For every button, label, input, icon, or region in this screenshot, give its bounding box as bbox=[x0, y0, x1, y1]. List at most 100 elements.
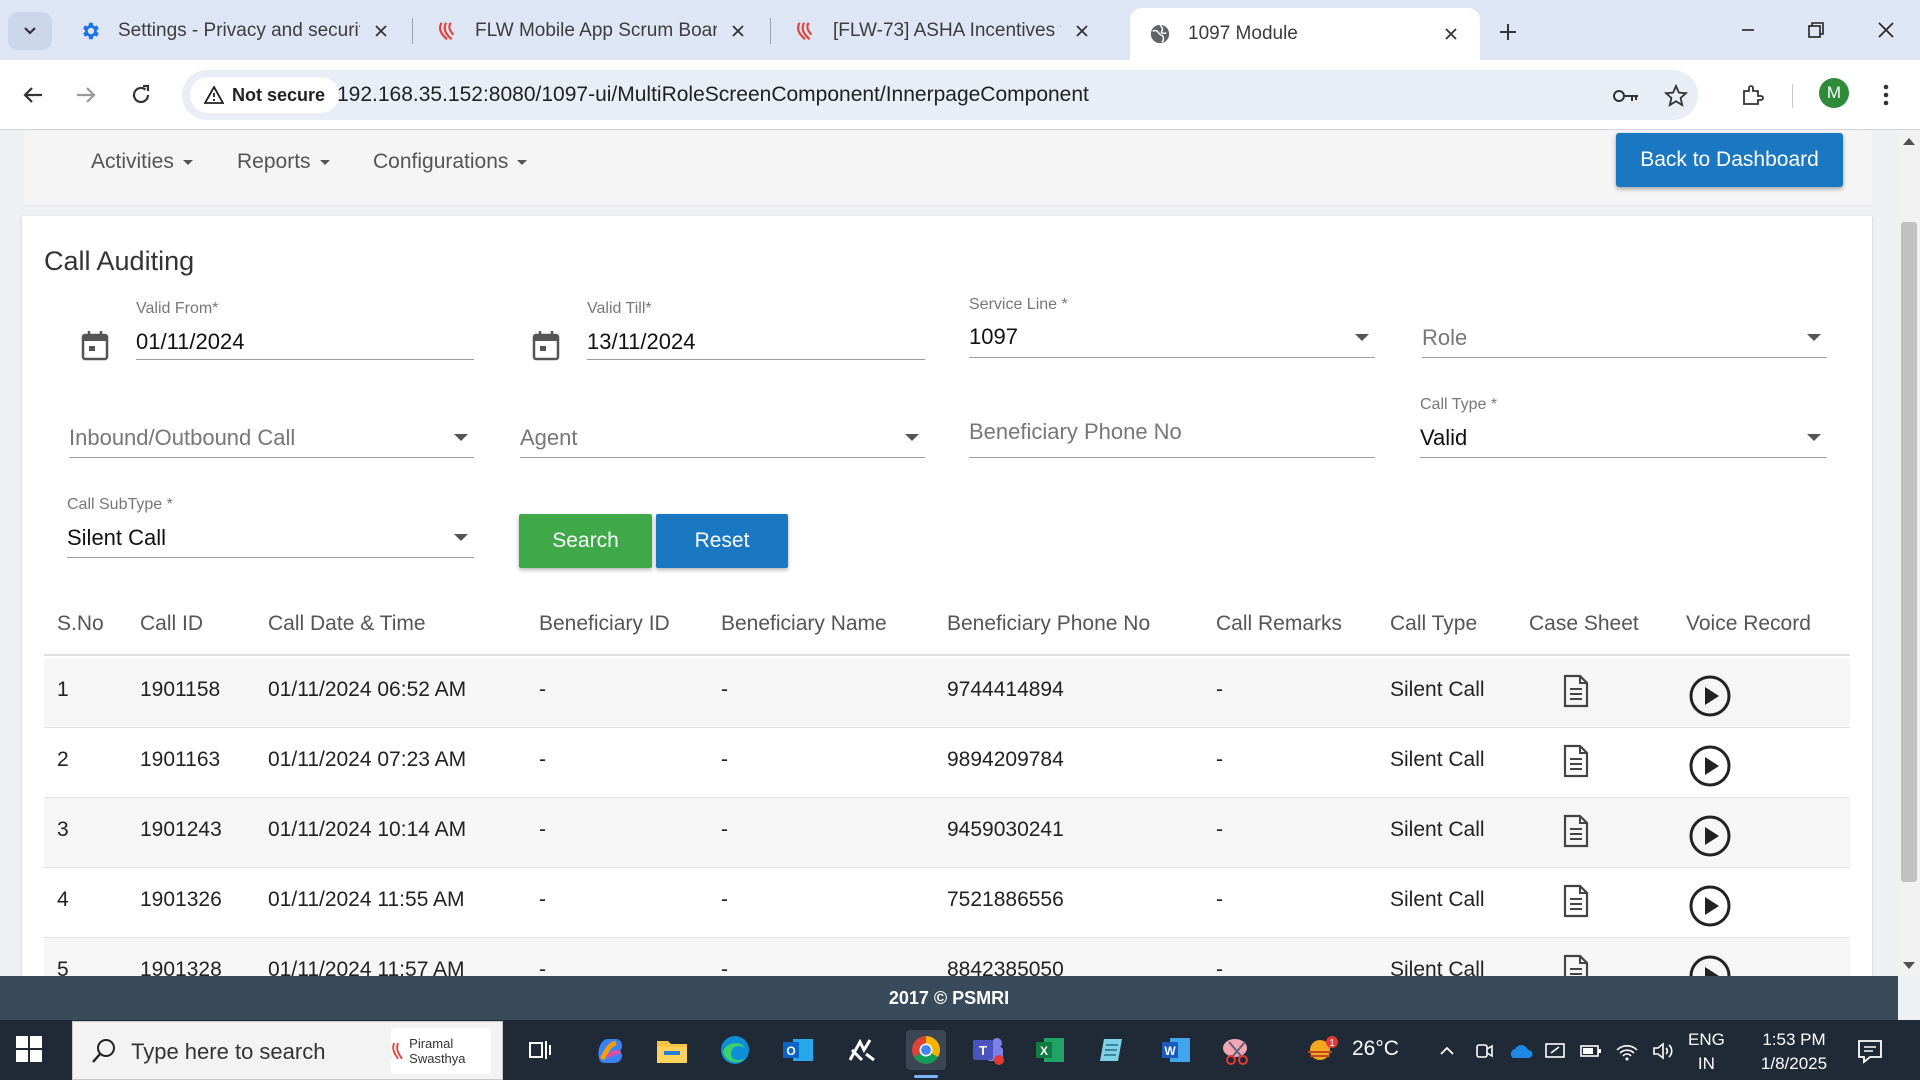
taskbar-search-box[interactable]: Type here to search Piramal Swasthya bbox=[72, 1021, 503, 1080]
agent-select[interactable]: Agent bbox=[520, 396, 925, 458]
calendar-icon[interactable] bbox=[531, 330, 561, 362]
table-row: 2 1901163 01/11/2024 07:23 AM - - 9894209784 -… bbox=[44, 728, 1850, 798]
agent-placeholder: Agent bbox=[520, 425, 578, 450]
language-indicator[interactable]: ENG IN bbox=[1688, 1028, 1725, 1076]
battery-tray-icon[interactable] bbox=[1578, 1040, 1604, 1062]
dropdown-arrow-icon bbox=[1355, 334, 1369, 341]
minimize-button[interactable] bbox=[1726, 10, 1770, 50]
valid-from-field[interactable]: Valid From* 01/11/2024 bbox=[136, 300, 474, 360]
meet-now-tray-icon[interactable] bbox=[1472, 1040, 1496, 1062]
valid-till-field[interactable]: Valid Till* 13/11/2024 bbox=[587, 300, 925, 360]
weather-widget[interactable]: 1 26°C bbox=[1306, 1034, 1399, 1064]
table-cell-call-type: Silent Call bbox=[1390, 678, 1485, 701]
back-to-dashboard-button[interactable]: Back to Dashboard bbox=[1616, 133, 1843, 187]
case-sheet-icon[interactable] bbox=[1562, 884, 1590, 918]
menu-configurations[interactable]: Configurations bbox=[373, 150, 528, 174]
taskbar-clock[interactable]: 1:53 PM 1/8/2025 bbox=[1748, 1028, 1840, 1076]
copilot-app[interactable] bbox=[590, 1030, 630, 1070]
table-cell-sno: 1 bbox=[57, 678, 69, 701]
table-cell-call-id: 1901328 bbox=[140, 958, 222, 976]
display-tray-icon[interactable] bbox=[1542, 1040, 1568, 1062]
edge-app[interactable] bbox=[715, 1030, 755, 1070]
tab-1097-module[interactable]: 1097 Module bbox=[1130, 8, 1480, 60]
close-icon[interactable] bbox=[370, 20, 392, 42]
table-cell-phone: 8842385050 bbox=[947, 958, 1064, 976]
excel-app[interactable]: X bbox=[1030, 1030, 1070, 1070]
page-scrollbar[interactable] bbox=[1898, 130, 1920, 976]
scroll-down-arrow-icon[interactable] bbox=[1903, 962, 1915, 969]
password-key-icon[interactable] bbox=[1612, 82, 1640, 110]
notification-center-button[interactable] bbox=[1856, 1038, 1884, 1069]
menu-activities[interactable]: Activities bbox=[91, 150, 193, 174]
new-tab-button[interactable] bbox=[1490, 14, 1526, 50]
file-explorer-app[interactable] bbox=[652, 1030, 692, 1070]
close-icon[interactable] bbox=[727, 20, 749, 42]
table-row: 4 1901326 01/11/2024 11:55 AM - - 7521886556 -… bbox=[44, 868, 1850, 938]
chrome-app[interactable] bbox=[906, 1030, 946, 1078]
address-bar[interactable]: Not secure 192.168.35.152:8080/1097-ui/M… bbox=[182, 70, 1698, 120]
teams-app[interactable]: T bbox=[968, 1030, 1008, 1070]
snipping-arrows-icon bbox=[848, 1038, 875, 1062]
word-app[interactable]: W bbox=[1156, 1030, 1196, 1070]
table-cell-datetime: 01/11/2024 10:14 AM bbox=[268, 818, 467, 841]
reload-button[interactable] bbox=[123, 77, 159, 113]
call-subtype-select[interactable]: Call SubType * Silent Call bbox=[67, 496, 474, 558]
piramal-logo-icon bbox=[392, 1042, 403, 1060]
browser-menu-button[interactable] bbox=[1868, 77, 1904, 113]
close-icon[interactable] bbox=[1071, 20, 1093, 42]
back-button[interactable] bbox=[15, 77, 51, 113]
extensions-button[interactable] bbox=[1734, 77, 1770, 113]
call-type-select[interactable]: Call Type * Valid bbox=[1420, 396, 1827, 458]
case-sheet-icon[interactable] bbox=[1562, 814, 1590, 848]
case-sheet-icon[interactable] bbox=[1562, 674, 1590, 708]
app-arrows[interactable] bbox=[842, 1030, 882, 1070]
profile-avatar[interactable]: M bbox=[1819, 78, 1849, 108]
reset-button[interactable]: Reset bbox=[656, 514, 788, 568]
play-icon[interactable] bbox=[1688, 744, 1732, 788]
field-underline bbox=[67, 557, 474, 558]
wifi-tray-icon[interactable] bbox=[1614, 1040, 1640, 1062]
case-sheet-icon[interactable] bbox=[1562, 954, 1590, 976]
tab-flw-scrum-board[interactable]: FLW Mobile App Scrum Board - bbox=[417, 8, 767, 54]
scrollbar-thumb[interactable] bbox=[1901, 222, 1917, 882]
beneficiary-phone-input[interactable]: Beneficiary Phone No bbox=[969, 396, 1375, 458]
notepad-app[interactable] bbox=[1093, 1030, 1133, 1070]
close-icon[interactable] bbox=[1440, 23, 1462, 45]
tab-flw-73[interactable]: [FLW-73] ASHA Incentives for C bbox=[775, 8, 1111, 54]
menu-reports[interactable]: Reports bbox=[237, 150, 330, 174]
calendar-icon[interactable] bbox=[80, 330, 110, 362]
forward-button[interactable] bbox=[68, 77, 104, 113]
top-nav-menu: Activities Reports Configurations Back t… bbox=[24, 130, 1872, 206]
valid-till-value[interactable]: 13/11/2024 bbox=[587, 329, 695, 355]
valid-from-value[interactable]: 01/11/2024 bbox=[136, 329, 244, 355]
security-chip[interactable]: Not secure bbox=[190, 77, 340, 113]
table-cell-phone: 9744414894 bbox=[947, 678, 1064, 701]
bookmark-star-icon[interactable] bbox=[1662, 82, 1690, 110]
outlook-app[interactable]: O bbox=[778, 1030, 818, 1070]
tab-settings[interactable]: Settings - Privacy and security bbox=[60, 8, 410, 54]
close-window-button[interactable] bbox=[1864, 10, 1908, 50]
task-view-button[interactable] bbox=[520, 1030, 560, 1070]
table-cell-call-id: 1901158 bbox=[140, 678, 221, 701]
play-icon[interactable] bbox=[1688, 674, 1732, 718]
volume-tray-icon[interactable] bbox=[1650, 1040, 1676, 1062]
restore-button[interactable] bbox=[1794, 10, 1838, 50]
snipping-tool-app[interactable] bbox=[1218, 1030, 1258, 1070]
show-hidden-icons-button[interactable] bbox=[1436, 1040, 1458, 1062]
start-button[interactable] bbox=[16, 1036, 42, 1067]
role-select[interactable]: Role bbox=[1422, 296, 1827, 358]
search-button[interactable]: Search bbox=[519, 514, 652, 568]
play-icon[interactable] bbox=[1688, 814, 1732, 858]
case-sheet-icon[interactable] bbox=[1562, 744, 1590, 778]
caret-down-icon bbox=[182, 159, 193, 165]
table-cell-call-type: Silent Call bbox=[1390, 958, 1485, 976]
play-icon[interactable] bbox=[1688, 954, 1732, 976]
play-icon[interactable] bbox=[1688, 884, 1732, 928]
scroll-up-arrow-icon[interactable] bbox=[1903, 138, 1915, 145]
table-cell-sno: 4 bbox=[57, 888, 69, 911]
inbound-outbound-select[interactable]: Inbound/Outbound Call bbox=[69, 396, 474, 458]
tab-search-button[interactable] bbox=[8, 12, 52, 50]
onedrive-tray-icon[interactable] bbox=[1506, 1040, 1534, 1062]
service-line-select[interactable]: Service Line * 1097 bbox=[969, 296, 1375, 358]
profile-initial: M bbox=[1826, 83, 1842, 102]
